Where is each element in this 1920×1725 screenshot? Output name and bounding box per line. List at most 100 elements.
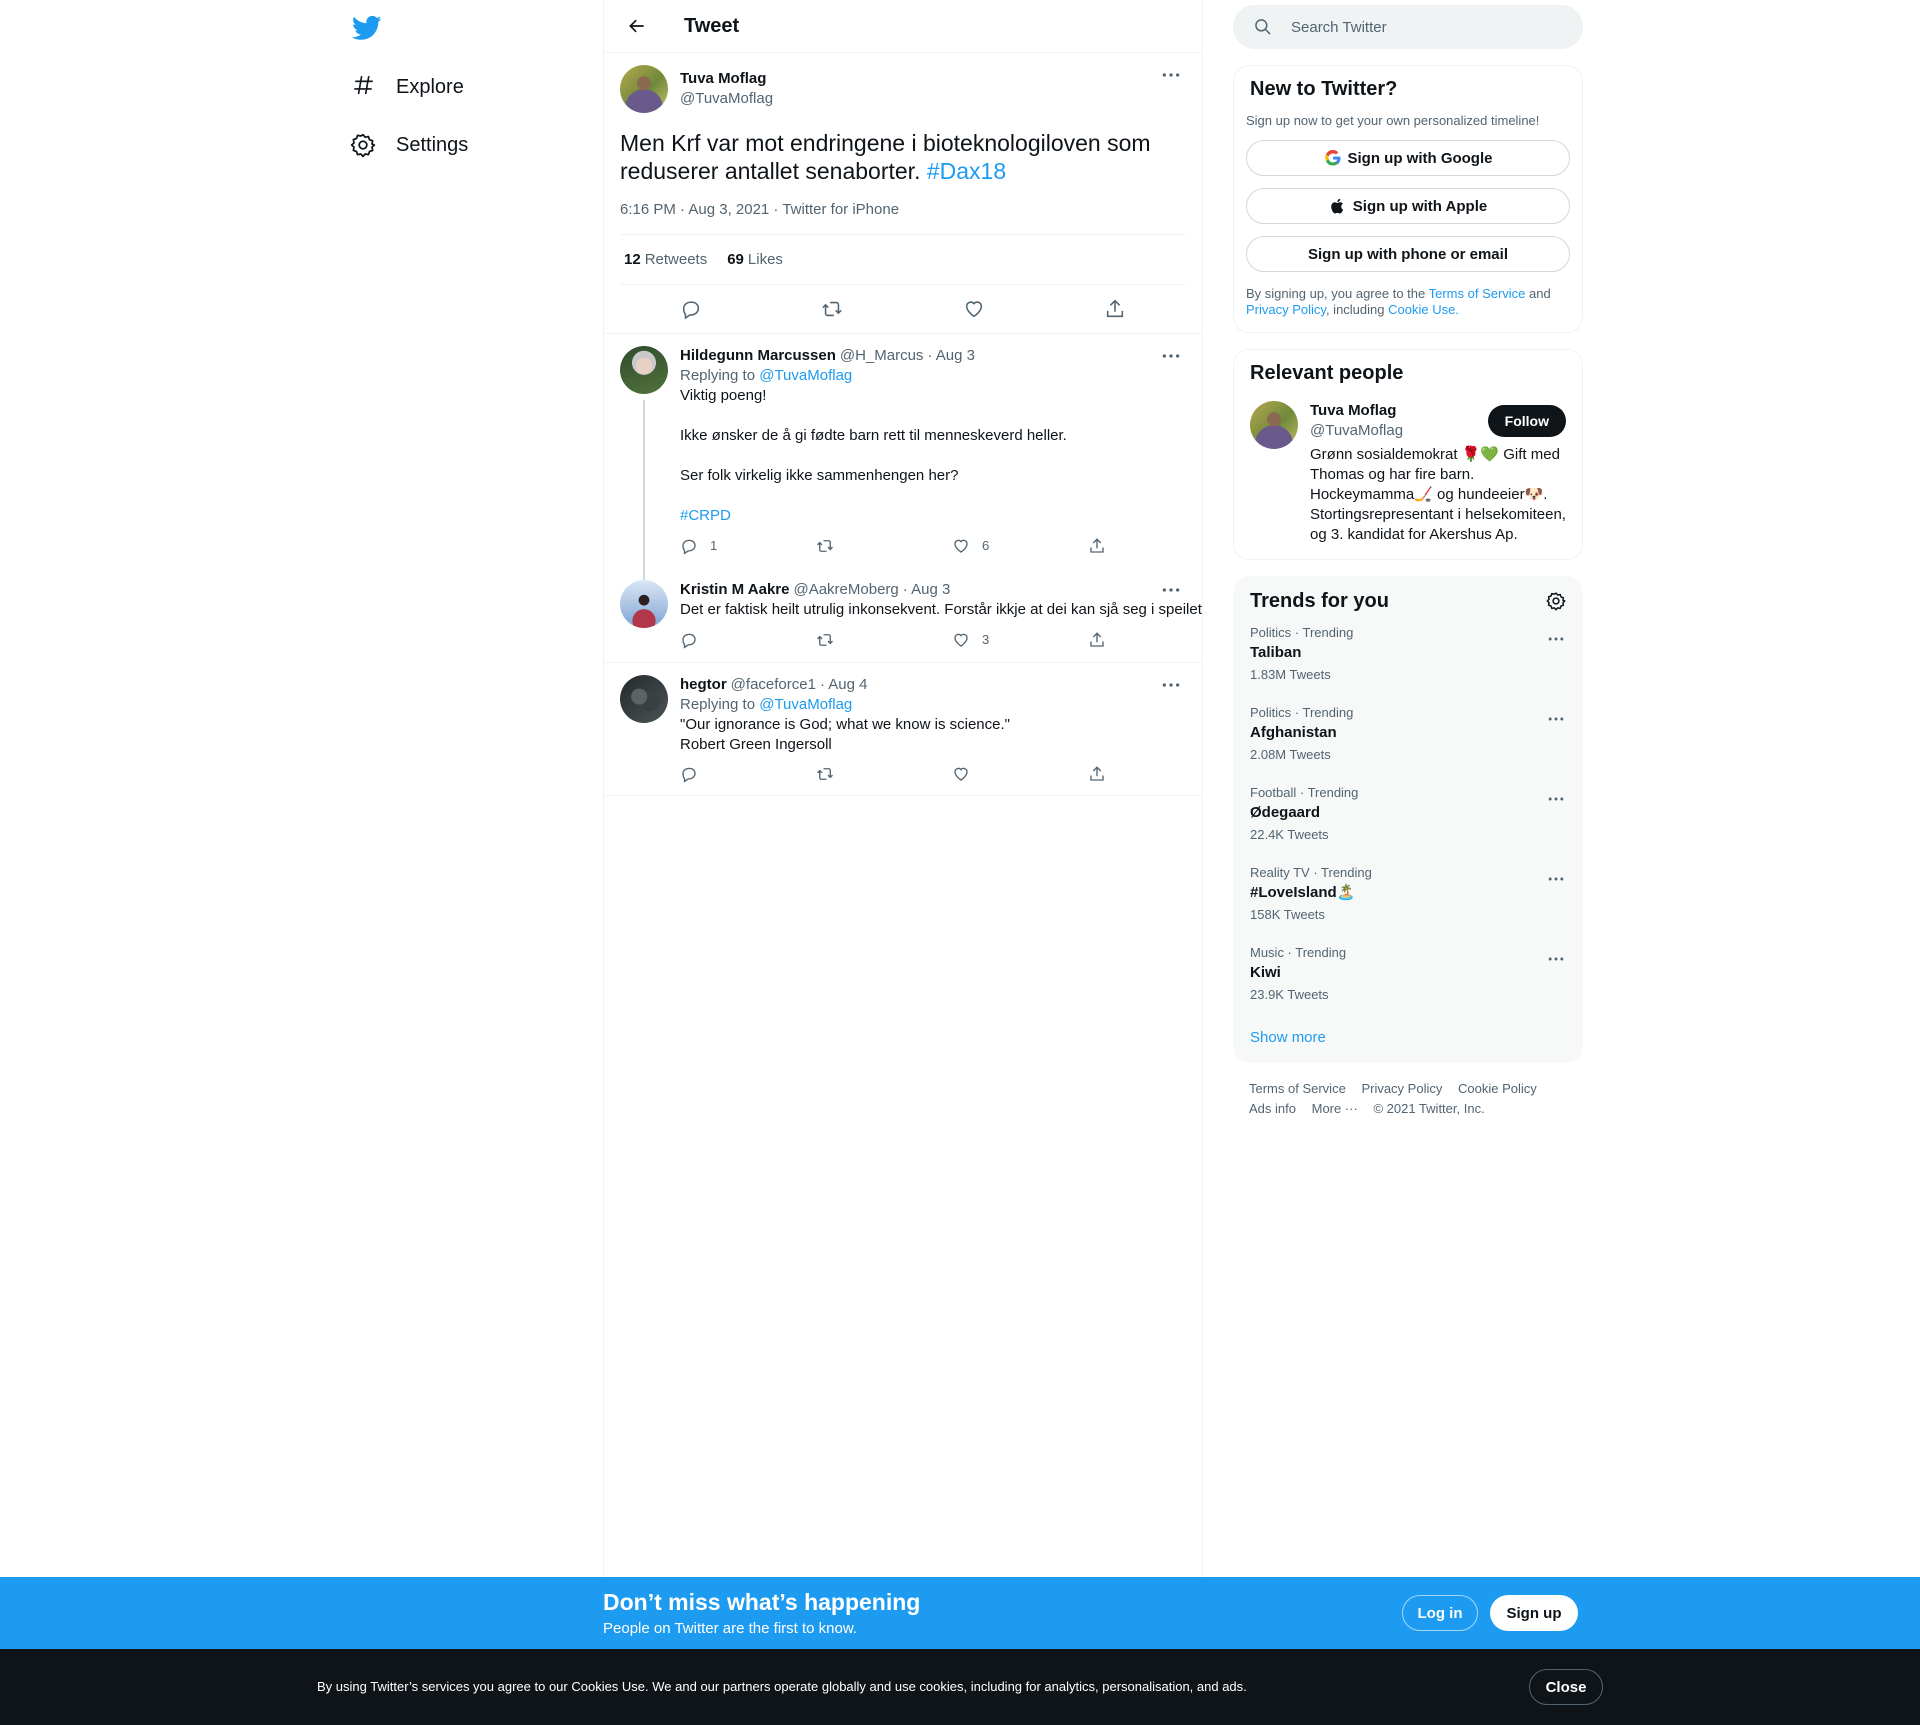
reply-header: Hildegunn Marcussen @H_Marcus · Aug 3 [680,346,1224,366]
author-name[interactable]: Tuva Moflag [680,69,773,89]
signup-button[interactable]: Sign up [1490,1595,1578,1631]
nav-explore[interactable]: Explore [350,63,464,111]
footer-cookie-link[interactable]: Cookie Policy [1458,1081,1537,1096]
share-icon [1090,538,1104,553]
signup-phone-button[interactable]: Sign up with phone or email [1246,236,1570,272]
privacy-link[interactable]: Privacy Policy [1246,302,1326,317]
cookie-link[interactable]: Cookie Use. [1388,302,1459,317]
gear-icon [350,133,376,158]
footer-copyright: © 2021 Twitter, Inc. [1373,1101,1485,1116]
signup-apple-button[interactable]: Sign up with Apple [1246,188,1570,224]
signup-google-button[interactable]: Sign up with Google [1246,140,1570,176]
twitter-logo-icon[interactable] [352,13,382,43]
reply-button[interactable] [680,765,816,783]
replying-to-link[interactable]: @TuvaMoflag [759,696,852,713]
hashtag-link[interactable]: #Dax18 [927,158,1006,184]
author-name[interactable]: Hildegunn Marcussen [680,346,836,366]
apple-icon [1330,198,1343,214]
trend-item[interactable]: Politics · Trending Taliban 1.83M Tweets [1234,613,1582,693]
author-handle[interactable]: @TuvaMoflag [680,89,773,109]
footer-more-link[interactable]: More ··· [1312,1101,1358,1116]
author-name[interactable]: Kristin M Aakre [680,580,789,600]
terms-link[interactable]: Terms of Service [1429,286,1526,301]
like-button[interactable]: 3 [952,630,1088,650]
close-button[interactable]: Close [1529,1669,1603,1705]
reply-date[interactable]: · Aug 3 [927,346,975,366]
like-button[interactable] [963,298,985,320]
reply-date[interactable]: · Aug 3 [903,580,951,600]
more-dots-icon[interactable] [1546,629,1566,649]
more-dots-icon[interactable] [1546,869,1566,889]
follow-button[interactable]: Follow [1487,405,1566,437]
person-item[interactable]: Tuva Moflag @TuvaMoflag Grønn sosialdemo… [1250,401,1566,545]
signup-legal-text: By signing up, you agree to the Terms of… [1246,286,1570,318]
more-dots-icon[interactable] [1546,789,1566,809]
more-options-button[interactable] [1156,675,1186,695]
reply-tweet[interactable]: Hildegunn Marcussen @H_Marcus · Aug 3 Re… [604,334,1202,620]
show-more-link[interactable]: Show more [1234,1013,1582,1062]
footer-privacy-link[interactable]: Privacy Policy [1361,1081,1442,1096]
tweet-timestamp[interactable]: 6:16 PM · Aug 3, 2021 · Twitter for iPho… [620,201,1186,235]
reply-button[interactable] [680,298,702,320]
more-options-button[interactable] [1156,346,1186,366]
like-button[interactable]: 6 [952,536,1088,556]
footer-ads-link[interactable]: Ads info [1249,1101,1296,1116]
author-handle[interactable]: @faceforce1 [731,675,816,695]
share-button[interactable] [1088,536,1224,556]
replying-label: Replying to [680,367,760,384]
cookie-text: By using Twitter’s services you agree to… [317,1679,1247,1694]
avatar[interactable] [620,346,668,394]
author-name[interactable]: hegtor [680,675,727,695]
avatar[interactable] [1250,401,1298,449]
retweet-button[interactable] [816,765,952,783]
gear-icon[interactable] [1546,591,1566,611]
like-button[interactable] [952,765,1088,783]
retweets-stat[interactable]: 12 Retweets [624,251,707,268]
legal-text-1: By signing up, you agree to the [1246,286,1429,301]
share-button[interactable] [1088,630,1224,650]
trend-count: 23.9K Tweets [1250,987,1329,1002]
heart-icon [954,633,968,647]
reply-button[interactable]: 1 [680,536,816,556]
reply-button[interactable] [680,630,816,650]
retweet-button[interactable] [821,298,843,320]
login-button[interactable]: Log in [1402,1595,1478,1631]
like-count: 3 [982,632,990,647]
more-options-button[interactable] [1156,65,1186,85]
search-input[interactable]: Search Twitter [1291,19,1387,36]
trend-item[interactable]: Politics · Trending Afghanistan 2.08M Tw… [1234,693,1582,773]
replying-to-link[interactable]: @TuvaMoflag [759,367,852,384]
retweet-button[interactable] [816,536,952,556]
reply-tweet[interactable]: hegtor @faceforce1 · Aug 4 Replying to @… [604,663,1202,796]
retweet-button[interactable] [816,630,952,650]
footer-terms-link[interactable]: Terms of Service [1249,1081,1346,1096]
retweets-count: 12 [624,251,641,268]
likes-stat[interactable]: 69 Likes [727,251,783,268]
avatar[interactable] [620,675,668,723]
trend-item[interactable]: Football · Trending Ødegaard 22.4K Tweet… [1234,773,1582,853]
reply-tweet[interactable]: Kristin M Aakre @AakreMoberg · Aug 3 Det… [604,568,1202,663]
avatar[interactable] [620,580,668,628]
search-box[interactable]: Search Twitter [1233,5,1583,49]
author-handle[interactable]: @H_Marcus [840,346,924,366]
share-button[interactable] [1104,298,1126,320]
trend-name: Ødegaard [1250,804,1321,821]
trend-item[interactable]: Reality TV · Trending #LoveIsland🏝️ 158K… [1234,853,1582,933]
more-options-button[interactable] [1156,580,1186,600]
arrow-left-icon [629,19,644,33]
author-handle[interactable]: @AakreMoberg [793,580,898,600]
nav-settings[interactable]: Settings [350,121,468,169]
reply-actions: 1 6 [680,536,1224,556]
share-button[interactable] [1088,765,1224,783]
page-title: Tweet [684,14,740,37]
back-button[interactable] [620,9,654,43]
hashtag-link[interactable]: #CRPD [680,507,731,524]
more-dots-icon[interactable] [1546,949,1566,969]
nav-explore-label: Explore [396,75,464,98]
reply-date[interactable]: · Aug 4 [820,675,868,695]
avatar[interactable] [620,65,668,113]
hashtag-icon [354,76,373,95]
signup-apple-label: Sign up with Apple [1352,197,1488,215]
more-dots-icon[interactable] [1546,709,1566,729]
trend-item[interactable]: Music · Trending Kiwi 23.9K Tweets [1234,933,1582,1013]
